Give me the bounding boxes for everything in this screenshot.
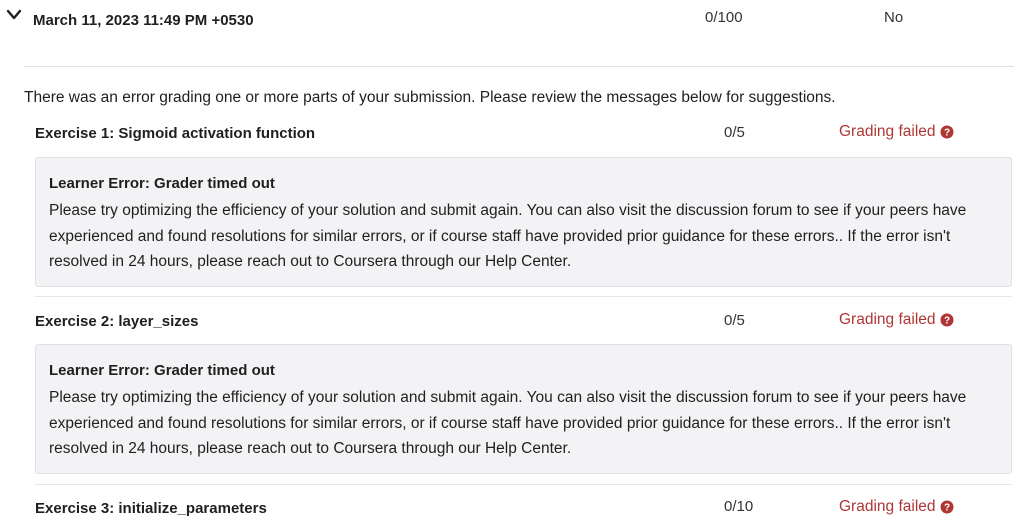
error-box: Learner Error: Grader timed out Please t…: [35, 344, 1012, 474]
divider: [35, 484, 1012, 485]
exercise-score: 0/5: [724, 124, 745, 141]
grading-status[interactable]: Grading failed ?: [839, 310, 954, 330]
question-circle-icon[interactable]: ?: [940, 500, 954, 514]
submission-passed: No: [884, 9, 904, 26]
question-circle-icon[interactable]: ?: [940, 125, 954, 139]
svg-text:?: ?: [943, 503, 949, 514]
divider: [35, 296, 1012, 297]
svg-text:?: ?: [943, 316, 949, 327]
exercise-score: 0/5: [724, 312, 745, 329]
grading-status-label: Grading failed: [839, 498, 936, 515]
divider: [24, 66, 1014, 67]
error-title: Learner Error: Grader timed out: [49, 175, 275, 192]
exercise-title: Exercise 3: initialize_parameters: [35, 500, 267, 517]
error-body: Please try optimizing the efficiency of …: [49, 202, 967, 270]
chevron-down-icon[interactable]: [6, 8, 22, 20]
exercise-score: 0/10: [724, 498, 754, 515]
grading-status[interactable]: Grading failed ?: [839, 122, 954, 142]
exercise-title: Exercise 2: layer_sizes: [35, 313, 199, 330]
grading-status-label: Grading failed: [839, 311, 936, 328]
grading-status-label: Grading failed: [839, 123, 936, 140]
error-box: Learner Error: Grader timed out Please t…: [35, 157, 1012, 287]
error-body: Please try optimizing the efficiency of …: [49, 389, 967, 457]
grading-error-message: There was an error grading one or more p…: [24, 89, 836, 106]
submission-date: March 11, 2023 11:49 PM +0530: [33, 12, 254, 29]
question-circle-icon[interactable]: ?: [940, 313, 954, 327]
error-title: Learner Error: Grader timed out: [49, 362, 275, 379]
submission-row: March 11, 2023 11:49 PM +0530 0/100 No: [0, 0, 1024, 66]
svg-text:?: ?: [943, 128, 949, 139]
submission-details: March 11, 2023 11:49 PM +0530 0/100 No T…: [0, 0, 1024, 532]
grading-status[interactable]: Grading failed ?: [839, 497, 954, 517]
submission-score: 0/100: [705, 9, 743, 26]
exercise-title: Exercise 1: Sigmoid activation function: [35, 125, 316, 142]
